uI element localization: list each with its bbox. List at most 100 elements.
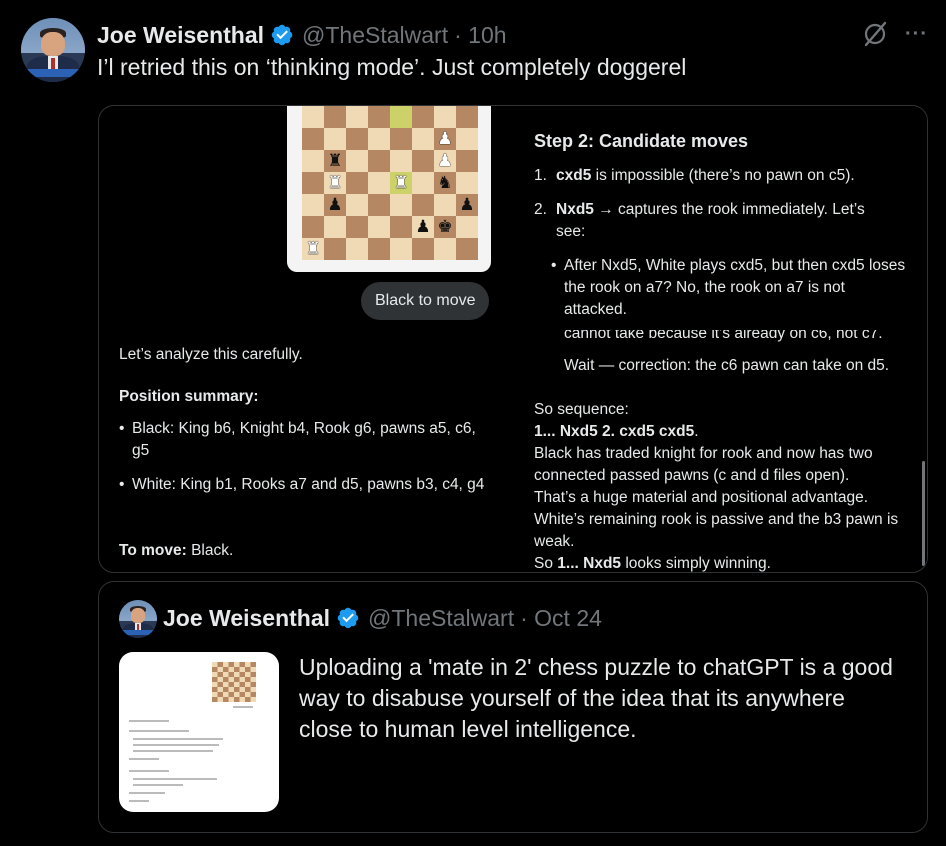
thumbnail-text-line <box>129 770 169 772</box>
white-pawn-icon: ♟ <box>437 150 453 171</box>
thumbnail-text-line <box>129 792 165 794</box>
conclusion-move: 1... Nxd5 <box>557 555 622 572</box>
analysis-line-3: White’s remaining rook is passive and th… <box>534 511 899 550</box>
white-rook-icon: ♜ <box>327 172 343 193</box>
black-summary-text: Black: King b6, Knight b4, Rook g6, pawn… <box>132 420 476 459</box>
board-square <box>368 128 390 150</box>
board-square <box>456 172 478 194</box>
move-2-notation: Nxd5 <box>556 201 594 218</box>
board-square <box>390 150 412 172</box>
board-square <box>434 238 456 260</box>
author-name[interactable]: Joe Weisenthal <box>97 22 264 49</box>
white-summary-bullet: • White: King b1, Rooks a7 and d5, pawns… <box>119 474 489 496</box>
move-2-text: → captures the rook immediately. Let’s s… <box>556 201 865 240</box>
grok-icon[interactable] <box>861 20 889 48</box>
board-square <box>456 238 478 260</box>
board-square: ♟ <box>434 128 456 150</box>
board-square <box>412 128 434 150</box>
thumbnail-text-line <box>233 706 253 708</box>
board-square <box>302 194 324 216</box>
board-square <box>412 194 434 216</box>
quoted-tweet-text: Uploading a 'mate in 2' chess puzzle to … <box>299 654 893 742</box>
board-square <box>346 172 368 194</box>
black-summary-bullet: • Black: King b6, Knight b4, Rook g6, pa… <box>119 418 479 462</box>
board-square <box>346 194 368 216</box>
board-square <box>368 216 390 238</box>
board-square <box>434 194 456 216</box>
scrollbar-thumb[interactable] <box>922 461 925 566</box>
white-rook-icon: ♜ <box>305 238 321 259</box>
correction-line: Wait — correction: the c6 pawn can take … <box>564 357 890 374</box>
board-square: ♜ <box>324 150 346 172</box>
board-square <box>368 172 390 194</box>
black-pawn-icon: ♟ <box>415 216 431 237</box>
board-square <box>390 128 412 150</box>
move-1-notation: cxd5 <box>556 167 592 184</box>
board-square <box>302 106 324 128</box>
quoted-tweet-header: Joe Weisenthal @TheStalwart · Oct 24 <box>163 604 602 632</box>
author-avatar[interactable] <box>21 18 85 82</box>
black-rook-icon: ♜ <box>327 150 343 171</box>
thumbnail-chess-board <box>212 662 256 702</box>
board-square <box>390 216 412 238</box>
analysis-paragraph: Black has traded knight for rook and now… <box>534 443 912 572</box>
board-square <box>456 128 478 150</box>
white-rook-icon: ♜ <box>393 172 409 193</box>
board-square: ♟ <box>434 150 456 172</box>
author-handle[interactable]: @TheStalwart <box>302 22 448 49</box>
board-square <box>302 216 324 238</box>
position-summary-heading: Position summary: <box>119 388 259 405</box>
move-item-1: 1. cxd5 is impossible (there’s no pawn o… <box>534 167 855 184</box>
board-square <box>412 238 434 260</box>
thumbnail-text-line <box>129 720 169 722</box>
board-square <box>302 172 324 194</box>
tweet-text: I’l retried this on ‘thinking mode’. Jus… <box>97 54 687 80</box>
board-square <box>434 106 456 128</box>
board-square: ♞ <box>434 172 456 194</box>
board-square <box>346 128 368 150</box>
more-icon[interactable]: ··· <box>905 23 928 46</box>
analysis-line-1: Black has traded knight for rook and now… <box>534 445 873 484</box>
tweet-media-image[interactable]: ♟ ♜ ♟ ♜ ♜ ♞ ♟ ♟ ♟ ♚ ♜ Black to move Let’s analyze … <box>98 105 928 573</box>
board-square <box>346 238 368 260</box>
thumbnail-text-line <box>129 758 159 760</box>
board-square: ♚ <box>434 216 456 238</box>
quoted-author-handle[interactable]: @TheStalwart <box>368 605 514 632</box>
board-square <box>302 128 324 150</box>
quoted-author-name[interactable]: Joe Weisenthal <box>163 605 330 632</box>
board-square <box>412 150 434 172</box>
thumbnail-text-line <box>133 738 223 740</box>
thumbnail-text-line <box>129 730 189 732</box>
sequence-moves: 1... Nxd5 2. cxd5 cxd5 <box>534 423 695 440</box>
garbled-line-text: cannot take because it’s already on c6, … <box>564 330 883 342</box>
thumbnail-text-line <box>133 744 219 746</box>
conclusion-line: So 1... Nxd5 looks simply winning. <box>534 553 912 572</box>
board-square <box>324 106 346 128</box>
tweet-header: Joe Weisenthal @TheStalwart · 10h <box>97 20 507 50</box>
board-square <box>302 150 324 172</box>
quoted-tweet[interactable]: Joe Weisenthal @TheStalwart · Oct 24 Upl… <box>98 581 928 833</box>
tweet-timestamp[interactable]: · 10h <box>454 22 506 49</box>
board-square <box>412 106 434 128</box>
black-pawn-icon: ♟ <box>327 194 343 215</box>
board-square: ♜ <box>302 238 324 260</box>
board-square <box>346 216 368 238</box>
board-square <box>324 238 346 260</box>
move-1-text: is impossible (there’s no pawn on c5). <box>595 167 855 184</box>
board-square <box>324 128 346 150</box>
screenshot-right-column: Step 2: Candidate moves 1. cxd5 is impos… <box>517 106 927 572</box>
garbled-line: cannot take because it’s already on c6, … <box>564 330 883 343</box>
verified-badge-icon <box>271 24 293 46</box>
quoted-author-avatar[interactable] <box>119 600 157 638</box>
board-square: ♟ <box>412 216 434 238</box>
step2-heading: Step 2: Candidate moves <box>534 131 749 151</box>
conclusion-prefix: So <box>534 555 553 572</box>
to-move-line: To move: Black. <box>119 540 233 562</box>
black-pawn-icon: ♟ <box>459 194 475 215</box>
board-square: ♟ <box>324 194 346 216</box>
board-square <box>390 238 412 260</box>
thumbnail-text-line <box>133 750 213 752</box>
screenshot-left-column: ♟ ♜ ♟ ♜ ♜ ♞ ♟ ♟ ♟ ♚ ♜ Black to move Let’s analyze … <box>99 106 517 572</box>
quoted-tweet-thumbnail[interactable] <box>119 652 279 812</box>
quoted-tweet-timestamp[interactable]: · Oct 24 <box>520 605 602 632</box>
